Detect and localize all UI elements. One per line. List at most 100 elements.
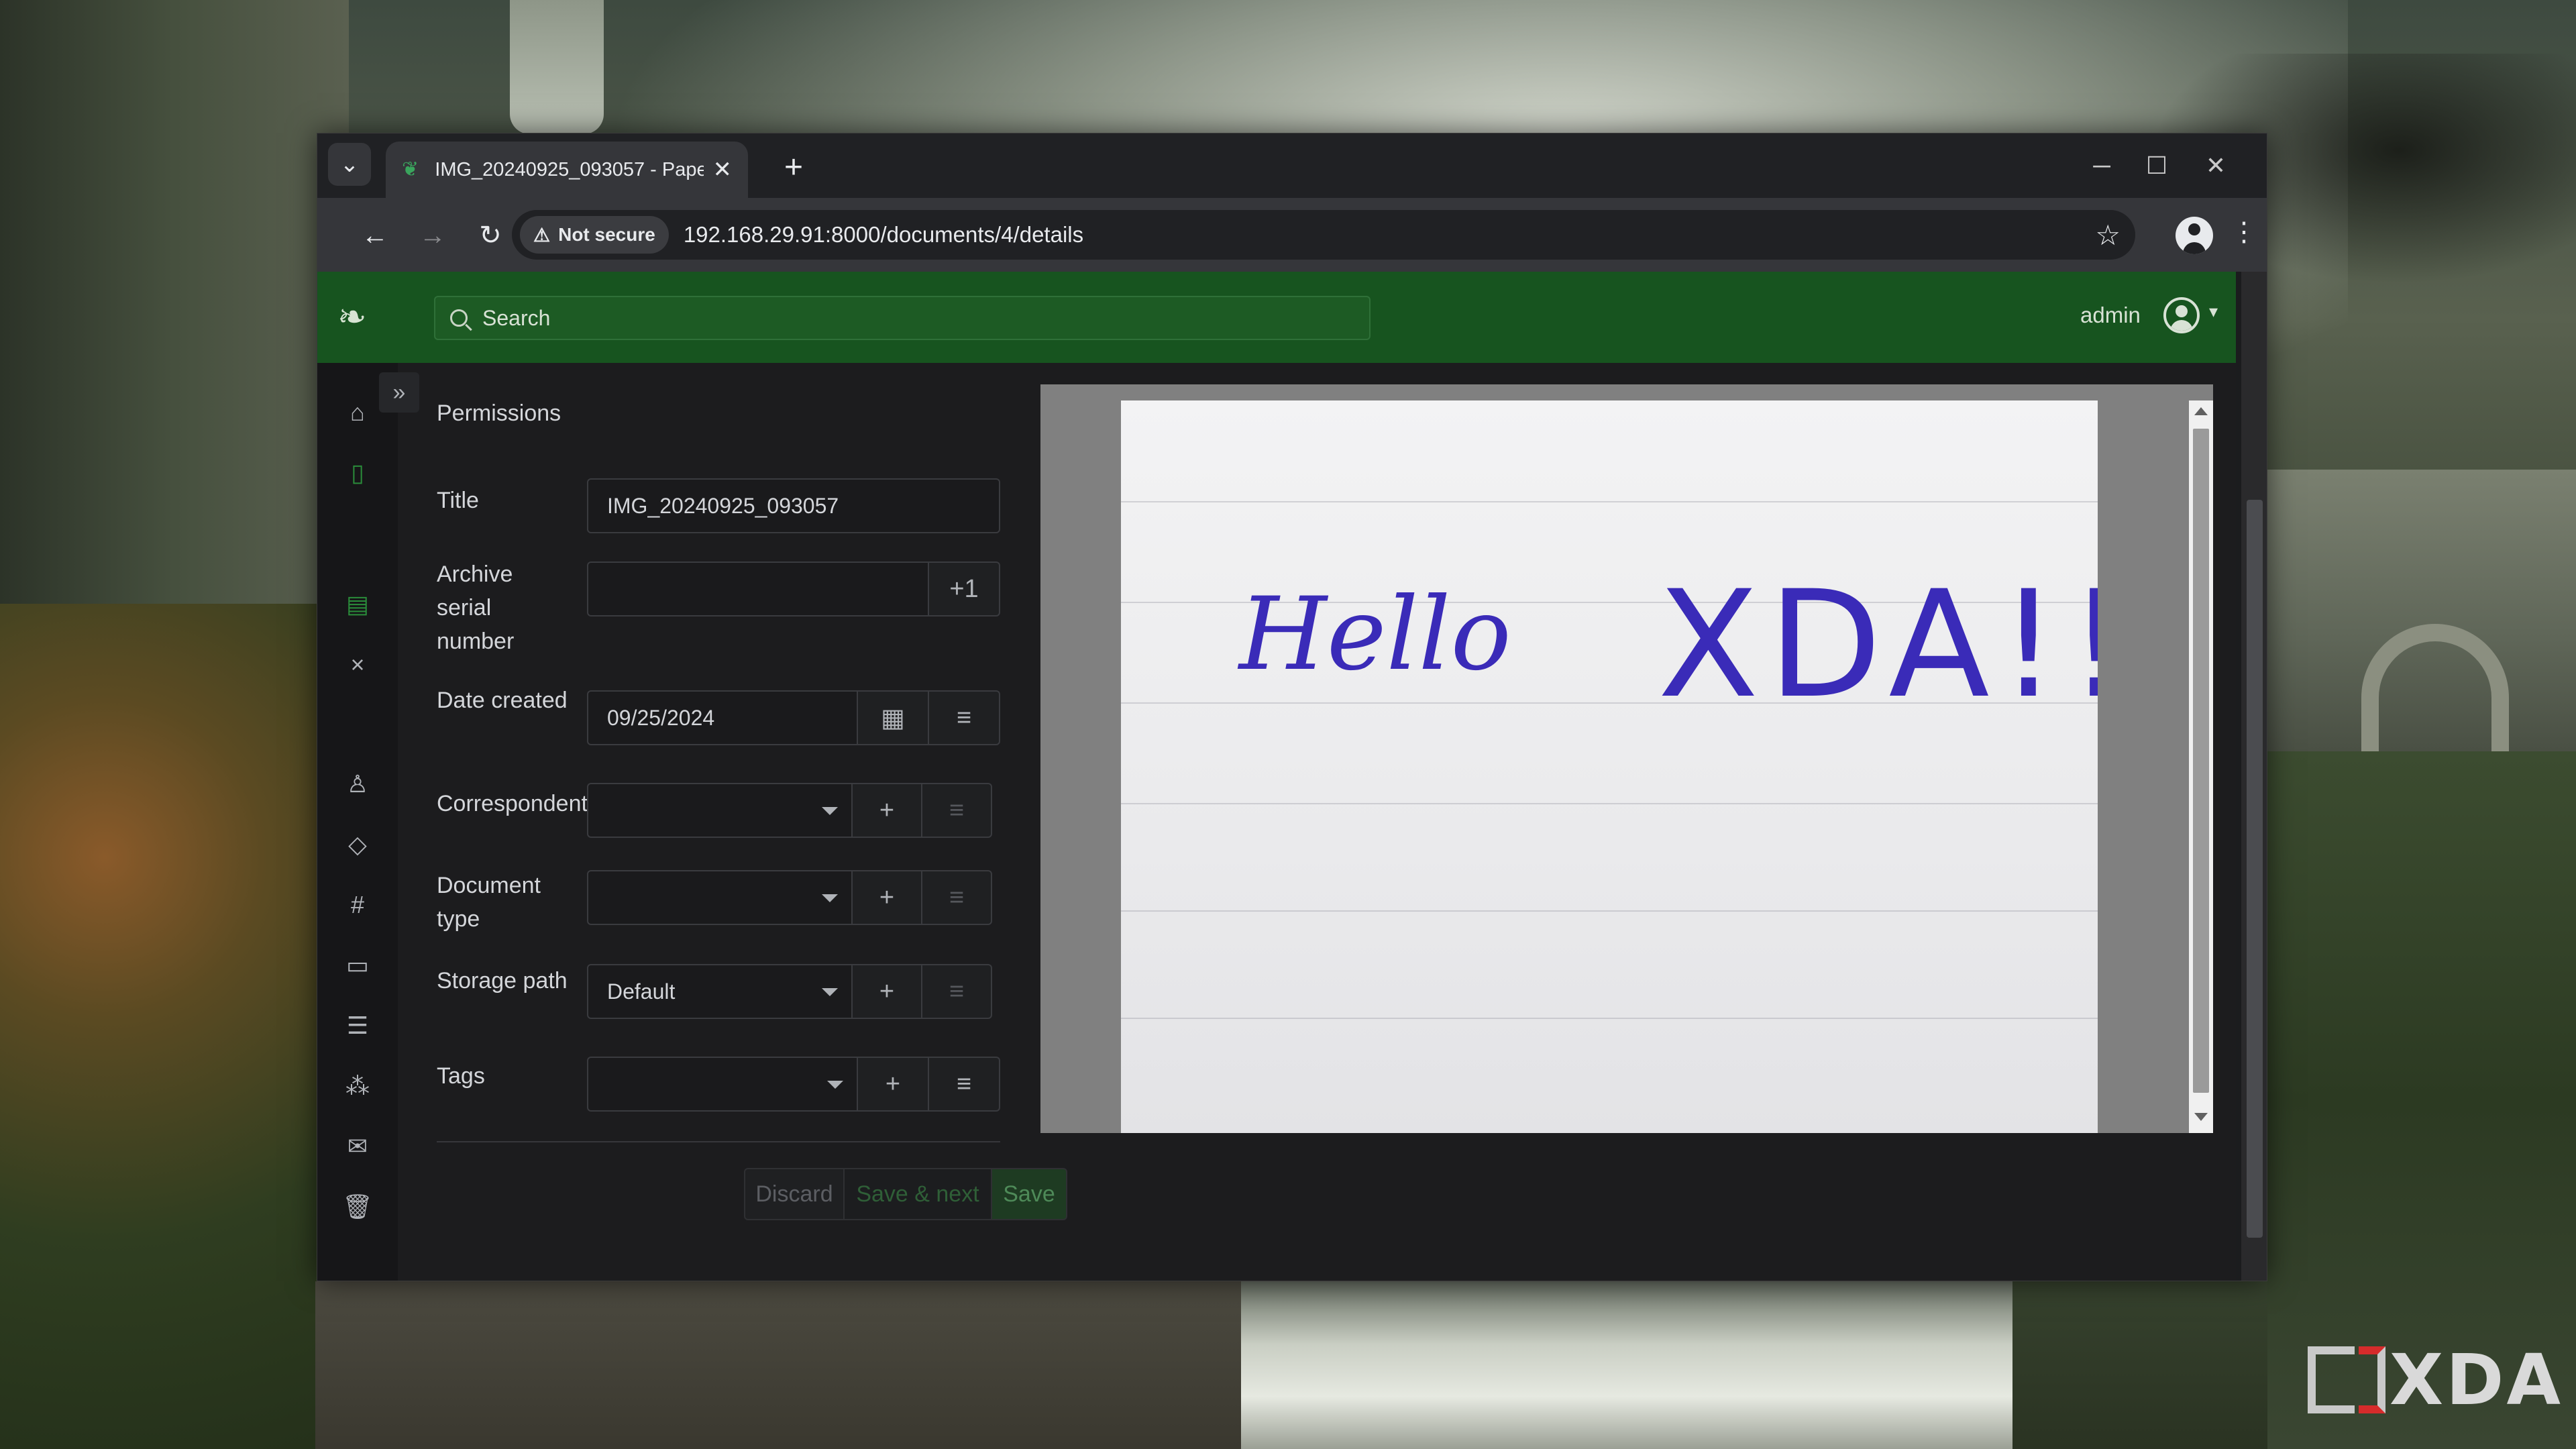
calendar-icon[interactable]: ▦ <box>857 690 929 745</box>
close-window-icon[interactable]: ✕ <box>2189 146 2243 186</box>
background-waterfall <box>1241 1275 2012 1449</box>
handwriting-drawing: Hello XDA!! <box>1237 559 2098 731</box>
storage-path-value: Default <box>607 979 676 1004</box>
storage-path-add-icon[interactable]: + <box>851 964 922 1019</box>
browser-menu-icon[interactable]: ⋮ <box>2231 217 2257 248</box>
warning-icon: ⚠ <box>533 224 551 246</box>
tab-close-icon[interactable]: ✕ <box>713 156 733 183</box>
user-avatar-icon[interactable] <box>2163 297 2200 333</box>
scroll-down-icon[interactable] <box>2194 1113 2208 1121</box>
url-text[interactable]: 192.168.29.91:8000/documents/4/details <box>684 222 1083 248</box>
close-document-icon[interactable]: × <box>337 645 378 685</box>
mail-icon[interactable]: ✉ <box>337 1126 378 1167</box>
app-header: ❧ Search admin ▾ <box>317 272 2236 363</box>
date-filter-icon[interactable]: ≡ <box>928 690 1000 745</box>
profile-icon[interactable] <box>2176 217 2213 254</box>
save-and-next-button[interactable]: Save & next <box>843 1168 992 1220</box>
sidebar: » ⌂ ▯ ▤ × ♙ ◇ # ▭ ☰ ⁂ ✉ 🗑 <box>317 363 419 1281</box>
documents-icon[interactable]: ▯ <box>337 453 378 493</box>
document-type-label: Document type <box>437 873 541 932</box>
custom-fields-icon[interactable]: ☰ <box>337 1006 378 1046</box>
document-types-icon[interactable]: # <box>337 885 378 925</box>
chevron-down-icon <box>827 1081 843 1089</box>
storage-path-filter-icon[interactable]: ≡ <box>921 964 992 1019</box>
browser-window: ⌄ ❦ IMG_20240925_093057 - Paperl ✕ + ─ ☐… <box>317 133 2267 1281</box>
correspondent-add-icon[interactable]: + <box>851 783 922 838</box>
address-bar[interactable]: ⚠ Not secure 192.168.29.91:8000/document… <box>512 210 2135 260</box>
permissions-tab[interactable]: Permissions <box>437 400 561 427</box>
search-icon <box>450 309 468 327</box>
correspondent-select[interactable] <box>587 783 853 838</box>
correspondents-icon[interactable]: ♙ <box>337 764 378 804</box>
document-type-select[interactable] <box>587 870 853 925</box>
document-page: Hello XDA!! <box>1121 400 2098 1133</box>
discard-button[interactable]: Discard <box>744 1168 845 1220</box>
tab-bar: ⌄ ❦ IMG_20240925_093057 - Paperl ✕ + ─ ☐… <box>317 133 2267 198</box>
user-menu-caret-icon[interactable]: ▾ <box>2209 301 2218 322</box>
xda-bracket-icon <box>2308 1346 2355 1413</box>
search-placeholder: Search <box>482 305 551 330</box>
back-icon[interactable]: ← <box>354 214 396 257</box>
document-details-form: Permissions Title IMG_20240925_093057 Ar… <box>398 363 1067 1281</box>
title-label: Title <box>437 488 479 513</box>
background-forest <box>0 604 349 1449</box>
form-divider <box>437 1141 1000 1142</box>
security-chip[interactable]: ⚠ Not secure <box>520 216 669 254</box>
date-created-value: 09/25/2024 <box>607 705 715 730</box>
forward-icon[interactable]: → <box>411 214 454 257</box>
tab-search-button[interactable]: ⌄ <box>328 143 371 186</box>
global-search-input[interactable]: Search <box>434 296 1371 340</box>
bookmark-star-icon[interactable]: ☆ <box>2095 219 2121 252</box>
chevron-down-icon <box>822 894 838 902</box>
document-type-add-icon[interactable]: + <box>851 870 922 925</box>
background-rock <box>315 1281 1241 1449</box>
reload-icon[interactable]: ↻ <box>469 214 512 257</box>
xda-bracket-red-icon <box>2359 1346 2385 1413</box>
preview-scroll-thumb[interactable] <box>2193 429 2209 1093</box>
preview-scrollbar[interactable] <box>2189 400 2213 1133</box>
asn-label: Archive serial number <box>437 561 515 654</box>
trash-icon[interactable]: 🗑 <box>337 1187 378 1227</box>
page-scroll-thumb[interactable] <box>2247 500 2263 1238</box>
browser-tab[interactable]: ❦ IMG_20240925_093057 - Paperl ✕ <box>386 142 748 198</box>
storage-path-select[interactable]: Default <box>587 964 853 1019</box>
title-input[interactable]: IMG_20240925_093057 <box>587 478 1000 533</box>
security-label: Not secure <box>558 224 655 245</box>
save-button[interactable]: Save <box>991 1168 1067 1220</box>
title-value: IMG_20240925_093057 <box>607 493 839 518</box>
tags-add-icon[interactable]: + <box>857 1057 929 1112</box>
tags-label: Tags <box>437 1063 485 1089</box>
date-created-input[interactable]: 09/25/2024 <box>587 690 858 745</box>
tab-title: IMG_20240925_093057 - Paperl <box>435 158 704 180</box>
background-arch <box>2361 624 2509 771</box>
dashboard-home-icon[interactable]: ⌂ <box>337 392 378 433</box>
tags-icon[interactable]: ◇ <box>337 824 378 865</box>
date-created-label: Date created <box>437 688 568 713</box>
correspondent-filter-icon[interactable]: ≡ <box>921 783 992 838</box>
document-type-filter-icon[interactable]: ≡ <box>921 870 992 925</box>
open-document-icon[interactable]: ▤ <box>337 584 378 625</box>
background-tower <box>510 0 604 134</box>
asn-input[interactable] <box>587 561 929 616</box>
browser-toolbar: ← → ↻ ⚠ Not secure 192.168.29.91:8000/do… <box>317 198 2267 272</box>
workflows-icon[interactable]: ⁂ <box>337 1066 378 1106</box>
handwriting-hello: Hello <box>1237 576 1511 693</box>
chevron-down-icon <box>822 988 838 996</box>
document-preview[interactable]: Hello XDA!! <box>1040 384 2213 1133</box>
minimize-icon[interactable]: ─ <box>2075 146 2129 186</box>
storage-paths-icon[interactable]: ▭ <box>337 945 378 985</box>
storage-path-label: Storage path <box>437 968 568 994</box>
asn-increment-button[interactable]: +1 <box>928 561 1000 616</box>
paperless-leaf-logo-icon[interactable]: ❧ <box>337 297 378 337</box>
scroll-up-icon[interactable] <box>2194 407 2208 415</box>
paperless-favicon-icon: ❦ <box>402 158 419 180</box>
user-name[interactable]: admin <box>2080 303 2141 328</box>
tags-filter-icon[interactable]: ≡ <box>928 1057 1000 1112</box>
paperless-app: ❧ Search admin ▾ » ⌂ ▯ ▤ × ♙ ◇ # ▭ ☰ ⁂ ✉… <box>317 272 2236 1281</box>
chevron-down-icon <box>822 807 838 815</box>
page-scrollbar[interactable] <box>2241 272 2267 1281</box>
xda-watermark-text: XDA <box>2390 1339 2563 1421</box>
tags-select[interactable] <box>587 1057 858 1112</box>
maximize-icon[interactable]: ☐ <box>2130 146 2184 186</box>
new-tab-button[interactable]: + <box>773 147 814 187</box>
